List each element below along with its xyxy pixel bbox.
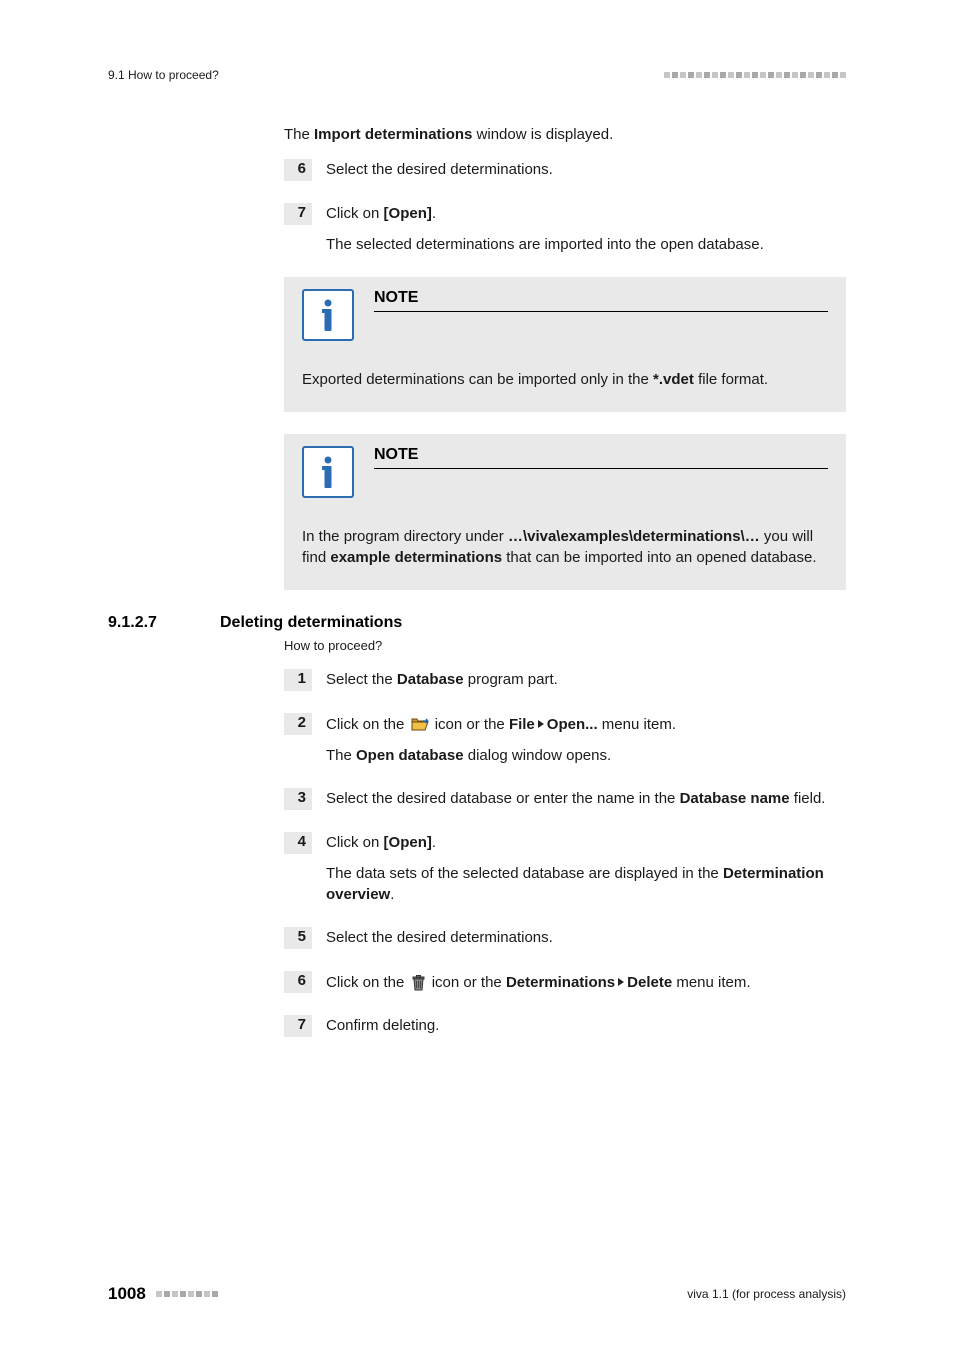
menu-arrow-icon	[537, 713, 545, 734]
section-number: 9.1.2.7	[108, 614, 220, 632]
step-number: 4	[284, 832, 312, 854]
note-title: NOTE	[374, 289, 828, 307]
step-number: 6	[284, 159, 312, 181]
page-header: 9.1 How to proceed?	[108, 68, 846, 82]
step-number: 3	[284, 788, 312, 810]
step-body: Click on [Open]. The data sets of the se…	[326, 832, 846, 905]
section-header: 9.1.2.7 Deleting determinations	[108, 614, 846, 632]
step-body: Click on the icon or the FileOpen... men…	[326, 713, 846, 766]
menu-arrow-icon	[617, 971, 625, 992]
step-body: Click on the icon or the DeterminationsD…	[326, 971, 846, 993]
page-footer: 1008 viva 1.1 (for process analysis)	[108, 1284, 846, 1304]
step-body: Click on [Open]. The selected determinat…	[326, 203, 846, 255]
steps-delete: 1 Select the Database program part. 2 Cl…	[284, 669, 846, 1037]
header-decoration	[664, 72, 846, 78]
step-number: 5	[284, 927, 312, 949]
page-number: 1008	[108, 1284, 146, 1304]
trash-icon	[411, 975, 426, 991]
step-number: 7	[284, 1015, 312, 1037]
steps-continued: 6 Select the desired determinations. 7 C…	[284, 159, 846, 255]
step-body: Select the desired determinations.	[326, 927, 846, 949]
step-number: 6	[284, 971, 312, 993]
note-box: NOTE Exported determinations can be impo…	[284, 277, 846, 412]
section-title: Deleting determinations	[220, 614, 402, 632]
footer-text: viva 1.1 (for process analysis)	[687, 1287, 846, 1301]
step-body: Select the Database program part.	[326, 669, 846, 691]
intro-line: The Import determinations window is disp…	[284, 124, 846, 145]
section-subtitle: How to proceed?	[284, 638, 846, 653]
info-icon	[302, 446, 354, 498]
info-icon	[302, 289, 354, 341]
footer-decoration	[156, 1291, 218, 1297]
open-folder-icon	[411, 717, 429, 732]
note-body: Exported determinations can be imported …	[302, 369, 828, 390]
step-body: Confirm deleting.	[326, 1015, 846, 1037]
breadcrumb: 9.1 How to proceed?	[108, 68, 219, 82]
step-body: Select the desired determinations.	[326, 159, 846, 181]
note-body: In the program directory under …\viva\ex…	[302, 526, 828, 568]
note-title: NOTE	[374, 446, 828, 464]
step-number: 1	[284, 669, 312, 691]
step-number: 2	[284, 713, 312, 735]
step-number: 7	[284, 203, 312, 225]
note-box: NOTE In the program directory under …\vi…	[284, 434, 846, 590]
step-body: Select the desired database or enter the…	[326, 788, 846, 810]
